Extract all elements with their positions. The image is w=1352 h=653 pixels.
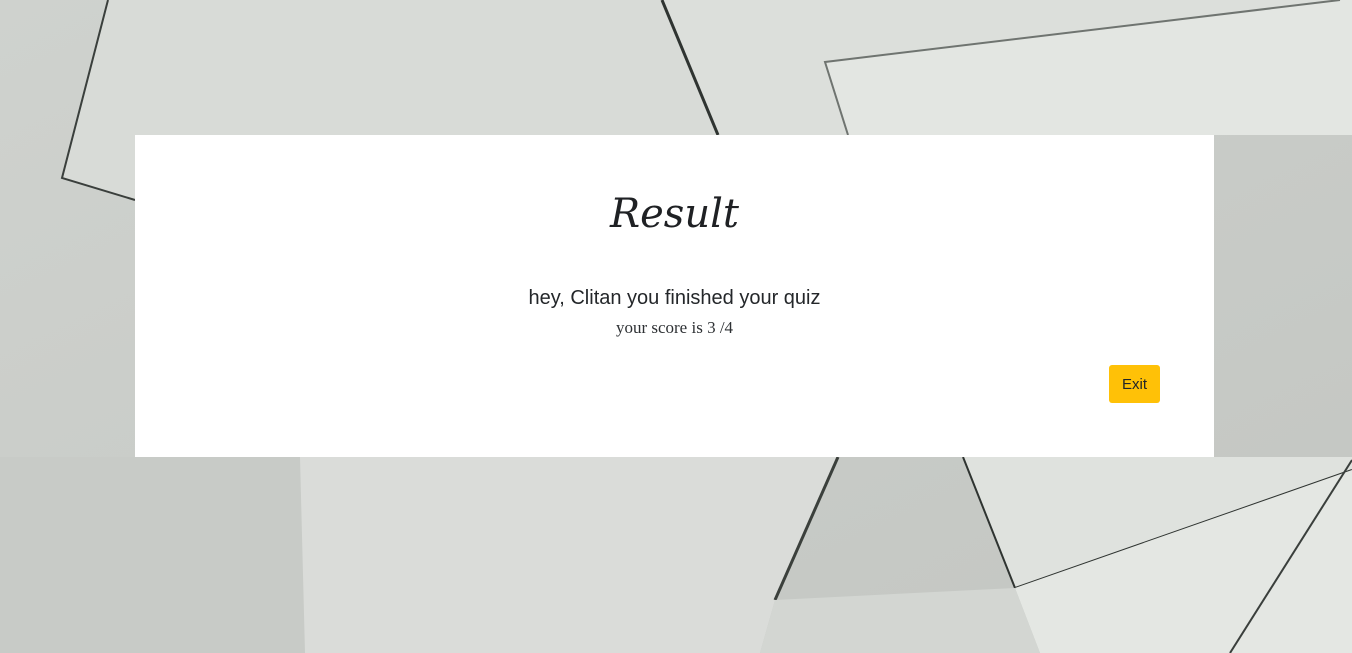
result-card: Result hey, Clitan you finished your qui… (135, 135, 1214, 457)
exit-button[interactable]: Exit (1109, 365, 1160, 403)
greeting-text: hey, Clitan you finished your quiz (528, 287, 821, 309)
result-title: Result (610, 191, 739, 237)
score-text: your score is 3 /4 (615, 318, 734, 337)
